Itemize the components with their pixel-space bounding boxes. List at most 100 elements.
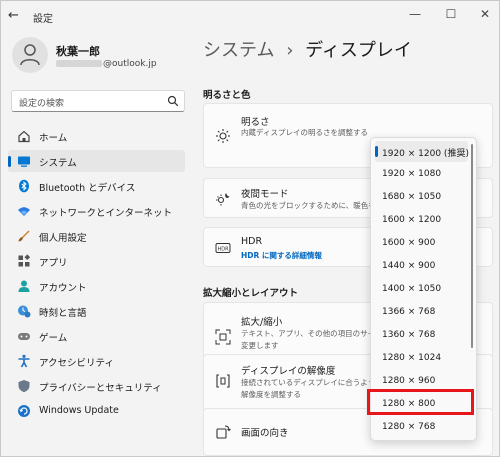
resolution-option[interactable]: 1366 × 768 [375,302,468,323]
orientation-icon [216,425,231,439]
section-heading-scale-layout: 拡大縮小とレイアウト [203,288,299,299]
resolution-option-label: 1280 × 960 [382,376,436,386]
hdr-title: HDR [241,236,263,247]
resolution-option[interactable]: 1600 × 1200 [375,210,468,231]
sidebar-item-label: 個人用設定 [39,233,87,244]
sidebar: 秋葉一郎 @outlook.jp 設定の検索 ホーム システム Bluetoot… [1,31,193,456]
search-icon[interactable] [167,95,179,107]
hdr-learn-more-link[interactable]: HDR に関する詳細情報 [241,250,322,261]
hdr-icon: HDR [215,243,231,253]
minimize-button[interactable]: — [406,5,424,23]
resolution-icon [216,374,230,388]
brightness-title: 明るさ [241,117,270,128]
title-bar: ← 設定 — ☐ ✕ [1,1,499,31]
resolution-option-label: 1360 × 768 [382,330,436,340]
sidebar-item-bluetooth[interactable]: Bluetooth とデバイス [8,175,185,197]
sidebar-item-system[interactable]: システム [8,150,185,172]
resolution-option[interactable]: 1600 × 900 [375,233,468,254]
sidebar-item-label: アプリ [39,258,68,269]
sidebar-item-gaming[interactable]: ゲーム [8,325,185,347]
resolution-option-label: 1600 × 1200 [382,215,442,225]
resolution-option-label: 1280 × 768 [382,422,436,432]
resolution-option-label: 1920 × 1080 [382,169,442,179]
resolution-option[interactable]: 1360 × 768 [375,325,468,346]
sidebar-item-label: アクセシビリティ [39,358,114,369]
selection-indicator [375,146,378,157]
resolution-option[interactable]: 1680 × 1050 [375,187,468,208]
sidebar-item-home[interactable]: ホーム [8,125,185,147]
dropdown-scrollbar[interactable] [471,144,473,348]
sidebar-item-label: Windows Update [39,405,119,416]
user-email-suffix: @outlook.jp [103,59,157,69]
selection-indicator [8,156,11,167]
sidebar-item-accessibility[interactable]: アクセシビリティ [8,350,185,372]
breadcrumb-parent[interactable]: システム [203,40,274,61]
display-resolution-description-line2: 解像度を調整する [241,390,301,399]
breadcrumb: システム › ディスプレイ [203,36,412,62]
night-light-title: 夜間モード [241,189,289,200]
scale-title: 拡大/縮小 [241,317,283,328]
resolution-option[interactable]: 1400 × 1050 [375,279,468,300]
display-resolution-description-line1: 接続されているディスプレイに合うように [241,378,383,387]
sidebar-item-accounts[interactable]: アカウント [8,275,185,297]
time-language-icon [18,305,31,318]
resolution-option-label: 1400 × 1050 [382,284,442,294]
search-box[interactable]: 設定の検索 [11,90,185,112]
resolution-option[interactable]: 1440 × 900 [375,256,468,277]
maximize-button[interactable]: ☐ [442,5,460,23]
sidebar-item-network[interactable]: ネットワークとインターネット [8,200,185,222]
sidebar-item-label: ゲーム [39,333,68,344]
sidebar-item-apps[interactable]: アプリ [8,250,185,272]
scale-icon [215,329,231,345]
resolution-option-label: 1280 × 1024 [382,353,442,363]
scale-description-line2: 変更します [241,341,279,350]
annotation-highlight-box [367,389,474,415]
svg-text:HDR: HDR [217,247,229,253]
redacted-email-mask [56,60,102,67]
apps-icon [18,254,31,267]
section-heading-brightness: 明るさと色 [203,90,251,101]
brightness-description: 内蔵ディスプレイの明るさを調整する [241,128,368,137]
back-arrow-icon[interactable]: ← [8,8,19,23]
display-resolution-title: ディスプレイの解像度 [241,366,336,377]
gaming-icon [18,333,30,340]
resolution-option[interactable]: 1920 × 1200 (推奨) [375,141,469,162]
settings-window: ← 設定 — ☐ ✕ 秋葉一郎 @outlook.jp 設定の検索 ホーム シス… [0,0,500,457]
sidebar-item-label: プライバシーとセキュリティ [39,383,162,394]
windows-update-icon [18,405,30,417]
sidebar-item-label: Bluetooth とデバイス [39,183,136,194]
app-title: 設定 [33,14,53,25]
sidebar-item-privacy[interactable]: プライバシーとセキュリティ [8,375,185,397]
search-input[interactable]: 設定の検索 [19,96,64,109]
resolution-option-label: 1680 × 1050 [382,192,442,202]
sidebar-item-windows-update[interactable]: Windows Update [8,400,185,422]
account-icon [18,280,30,292]
sidebar-item-personalization[interactable]: 個人用設定 [8,225,185,247]
resolution-option-label: 1440 × 900 [382,261,436,271]
user-name: 秋葉一郎 [56,45,100,58]
sidebar-item-label: アカウント [39,283,87,294]
personalization-icon [18,230,30,242]
home-icon [18,130,30,143]
sidebar-item-label: ホーム [39,133,68,144]
resolution-option[interactable]: 1280 × 1024 [375,348,468,369]
system-icon [18,156,30,167]
brightness-icon [216,129,230,143]
resolution-option[interactable]: 1280 × 768 [375,417,468,438]
bluetooth-icon [19,179,29,193]
night-light-icon [216,193,230,206]
breadcrumb-separator: › [286,40,294,61]
resolution-option[interactable]: 1920 × 1080 [375,164,468,185]
sidebar-item-time-language[interactable]: 時刻と言語 [8,300,185,322]
page-title: ディスプレイ [305,40,412,61]
scale-description-line1: テキスト、アプリ、その他の項目のサイズを [241,329,390,338]
user-email: @outlook.jp [56,59,157,69]
user-icon [20,44,40,66]
resolution-option-label: 1600 × 900 [382,238,436,248]
avatar[interactable] [12,37,48,73]
sidebar-item-label: 時刻と言語 [39,308,87,319]
privacy-icon [18,380,30,393]
accessibility-icon [18,354,30,368]
resolution-option-label: 1366 × 768 [382,307,436,317]
close-button[interactable]: ✕ [476,5,494,23]
